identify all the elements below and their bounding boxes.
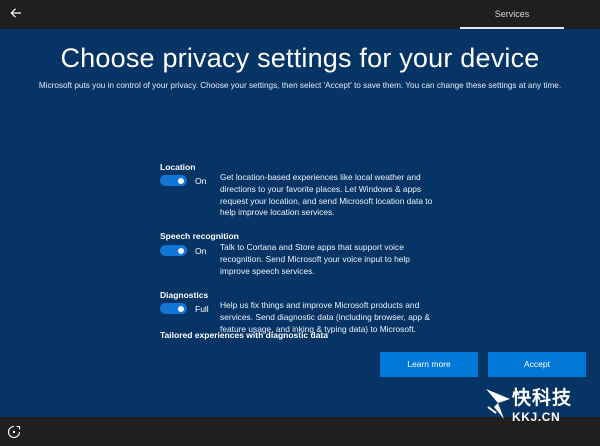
- toggle-knob: [178, 177, 184, 184]
- page-subtitle: Microsoft puts you in control of your pr…: [38, 81, 562, 90]
- location-label: Location: [160, 162, 196, 172]
- speech-recognition-toggle-state: On: [195, 246, 207, 256]
- back-arrow-icon: [10, 8, 21, 18]
- speech-recognition-description: Talk to Cortana and Store apps that supp…: [220, 242, 410, 276]
- back-button[interactable]: [6, 3, 26, 23]
- tab-services[interactable]: Services: [460, 0, 564, 29]
- location-toggle-state: On: [195, 176, 207, 186]
- page-title: Choose privacy settings for your device: [60, 43, 540, 73]
- accept-button[interactable]: Accept: [488, 352, 586, 377]
- speech-recognition-toggle[interactable]: [160, 245, 187, 256]
- diagnostics-label: Diagnostics: [160, 290, 209, 300]
- ease-of-access-button[interactable]: [6, 424, 22, 440]
- top-bar: Services: [0, 0, 600, 29]
- watermark-en-text: KKJ.CN: [512, 410, 561, 424]
- toggle-knob: [178, 247, 184, 254]
- ease-of-access-icon: [7, 425, 21, 439]
- watermark: 快科技 KKJ.CN: [482, 381, 598, 443]
- location-toggle[interactable]: [160, 175, 187, 186]
- diagnostics-toggle[interactable]: [160, 303, 187, 314]
- watermark-cn-text: 快科技: [512, 387, 573, 409]
- location-description: Get location-based experiences like loca…: [220, 172, 433, 218]
- kkj-logo-icon: [486, 389, 510, 419]
- speech-recognition-label: Speech recognition: [160, 231, 239, 241]
- learn-more-button[interactable]: Learn more: [380, 352, 478, 377]
- diagnostics-toggle-state: Full: [195, 304, 209, 314]
- tailored-experiences-label: Tailored experiences with diagnostic dat…: [160, 330, 328, 340]
- toggle-knob: [178, 305, 184, 312]
